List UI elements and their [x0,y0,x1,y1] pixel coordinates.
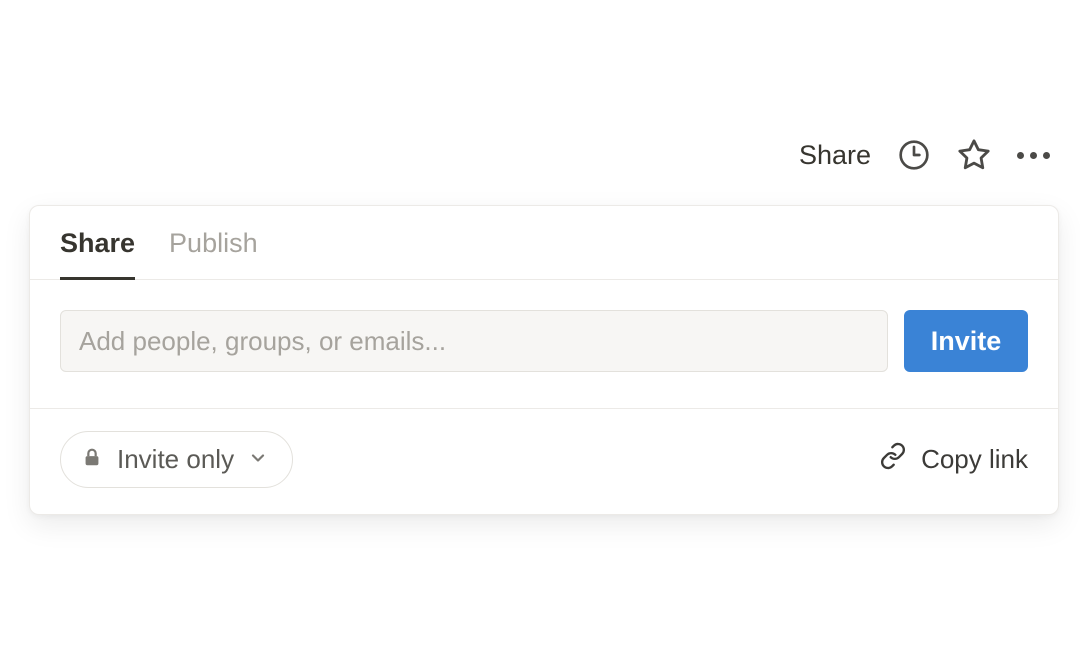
star-icon[interactable] [957,138,991,172]
panel-footer: Invite only Copy link [30,409,1058,514]
lock-icon [81,444,103,475]
more-menu-button[interactable] [1017,152,1050,159]
tab-publish[interactable]: Publish [169,228,258,280]
dot-icon [1017,152,1024,159]
share-panel: Share Publish Invite Invite only [29,205,1059,515]
invite-people-input[interactable] [60,310,888,372]
copy-link-label: Copy link [921,444,1028,475]
dot-icon [1043,152,1050,159]
clock-icon[interactable] [897,138,931,172]
copy-link-button[interactable]: Copy link [879,442,1028,477]
invite-button[interactable]: Invite [904,310,1028,372]
invite-row: Invite [30,280,1058,409]
dot-icon [1030,152,1037,159]
access-level-dropdown[interactable]: Invite only [60,431,293,488]
access-level-label: Invite only [117,444,234,475]
tab-bar: Share Publish [30,206,1058,280]
tab-share[interactable]: Share [60,228,135,280]
link-icon [879,442,907,477]
share-button[interactable]: Share [799,140,871,171]
page-topbar: Share [799,138,1050,172]
chevron-down-icon [248,444,268,475]
